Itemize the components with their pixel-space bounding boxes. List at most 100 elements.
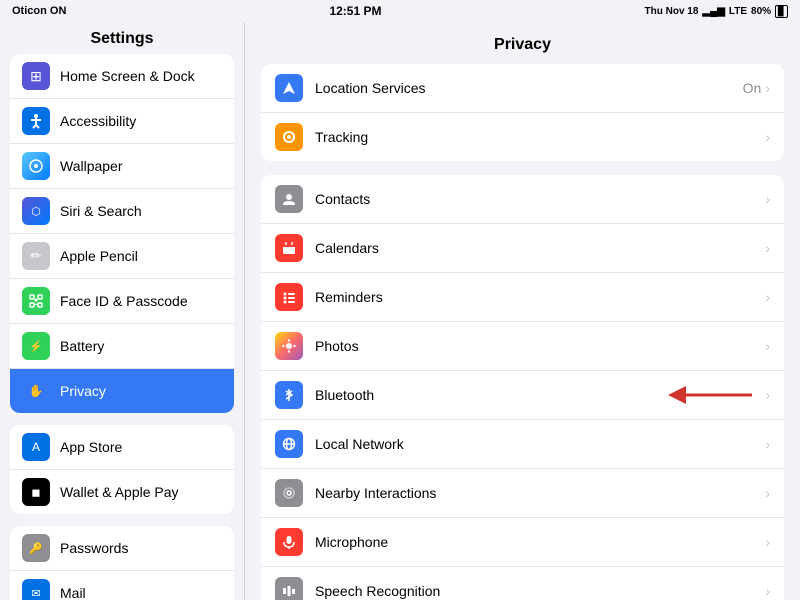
sidebar-item-accessibility[interactable]: Accessibility	[10, 99, 234, 144]
sidebar-group-1: ⊞ Home Screen & Dock Accessibility Wallp…	[10, 54, 234, 413]
sidebar-item-home-screen[interactable]: ⊞ Home Screen & Dock	[10, 54, 234, 99]
battery-label-sidebar: Battery	[60, 338, 104, 354]
battery-icon-sidebar: ⚡	[22, 332, 50, 360]
wallet-label: Wallet & Apple Pay	[60, 484, 179, 500]
settings-item-photos[interactable]: Photos ›	[261, 322, 784, 371]
settings-item-speech-recognition[interactable]: Speech Recognition ›	[261, 567, 784, 600]
mail-label: Mail	[60, 585, 86, 600]
mail-icon: ✉	[22, 579, 50, 600]
contacts-perm-icon	[275, 185, 303, 213]
speech-recognition-label: Speech Recognition	[315, 583, 765, 599]
tracking-chevron: ›	[765, 129, 770, 145]
settings-group-location: Location Services On › Tracking ›	[261, 64, 784, 161]
apple-pencil-label: Apple Pencil	[60, 248, 138, 264]
face-id-icon	[22, 287, 50, 315]
reminders-chevron: ›	[765, 289, 770, 305]
sidebar-item-app-store[interactable]: A App Store	[10, 425, 234, 470]
calendars-perm-label: Calendars	[315, 240, 765, 256]
settings-item-contacts[interactable]: Contacts ›	[261, 175, 784, 224]
sidebar-item-wallet[interactable]: ◼ Wallet & Apple Pay	[10, 470, 234, 514]
home-screen-icon: ⊞	[22, 62, 50, 90]
red-arrow-annotation	[667, 384, 757, 406]
settings-item-microphone[interactable]: Microphone ›	[261, 518, 784, 567]
bluetooth-chevron: ›	[765, 387, 770, 403]
app-store-label: App Store	[60, 439, 122, 455]
location-services-label: Location Services	[315, 80, 743, 96]
nearby-chevron: ›	[765, 485, 770, 501]
settings-item-calendars[interactable]: Calendars ›	[261, 224, 784, 273]
reminders-perm-icon	[275, 283, 303, 311]
battery-icon: ▊	[775, 5, 788, 18]
status-right: Thu Nov 18 ▂▄▆ LTE 80% ▊	[645, 5, 788, 18]
bluetooth-perm-label: Bluetooth	[315, 387, 667, 403]
sidebar-item-apple-pencil[interactable]: ✏ Apple Pencil	[10, 234, 234, 279]
status-time: 12:51 PM	[329, 4, 381, 18]
siri-label: Siri & Search	[60, 203, 142, 219]
microphone-perm-icon	[275, 528, 303, 556]
main-layout: Settings ⊞ Home Screen & Dock Accessibil…	[0, 22, 800, 600]
home-screen-label: Home Screen & Dock	[60, 68, 195, 84]
local-network-chevron: ›	[765, 436, 770, 452]
status-bar: Oticon ON 12:51 PM Thu Nov 18 ▂▄▆ LTE 80…	[0, 0, 800, 22]
settings-group-permissions: Contacts › Calendars › Reminders ›	[261, 175, 784, 600]
nearby-interactions-label: Nearby Interactions	[315, 485, 765, 501]
settings-item-bluetooth[interactable]: Bluetooth ›	[261, 371, 784, 420]
calendars-chevron: ›	[765, 240, 770, 256]
accessibility-label: Accessibility	[60, 113, 136, 129]
panel-title: Privacy	[261, 32, 784, 64]
speech-recognition-icon	[275, 577, 303, 600]
status-left: Oticon ON	[12, 5, 66, 17]
wallpaper-icon	[22, 152, 50, 180]
nearby-interactions-icon	[275, 479, 303, 507]
contacts-perm-label: Contacts	[315, 191, 765, 207]
date-label: Thu Nov 18	[645, 6, 699, 17]
speech-chevron: ›	[765, 583, 770, 599]
contacts-chevron: ›	[765, 191, 770, 207]
sidebar: Settings ⊞ Home Screen & Dock Accessibil…	[0, 22, 245, 600]
privacy-label: Privacy	[60, 383, 106, 399]
passwords-icon: 🔑	[22, 534, 50, 562]
lte-label: LTE	[729, 6, 747, 17]
sidebar-item-battery[interactable]: ⚡ Battery	[10, 324, 234, 369]
signal-bars: ▂▄▆	[702, 6, 724, 17]
tracking-label: Tracking	[315, 129, 765, 145]
photos-chevron: ›	[765, 338, 770, 354]
wallet-icon: ◼	[22, 478, 50, 506]
face-id-label: Face ID & Passcode	[60, 293, 188, 309]
sidebar-item-privacy[interactable]: ✋ Privacy	[10, 369, 234, 413]
sidebar-item-face-id[interactable]: Face ID & Passcode	[10, 279, 234, 324]
location-services-chevron: ›	[765, 80, 770, 96]
settings-item-location-services[interactable]: Location Services On ›	[261, 64, 784, 113]
local-network-label: Local Network	[315, 436, 765, 452]
battery-label: 80%	[751, 6, 771, 17]
passwords-label: Passwords	[60, 540, 128, 556]
reminders-perm-label: Reminders	[315, 289, 765, 305]
location-services-icon	[275, 74, 303, 102]
accessibility-icon	[22, 107, 50, 135]
bluetooth-perm-icon	[275, 381, 303, 409]
microphone-perm-label: Microphone	[315, 534, 765, 550]
settings-item-reminders[interactable]: Reminders ›	[261, 273, 784, 322]
location-services-value: On	[743, 80, 762, 96]
sidebar-item-passwords[interactable]: 🔑 Passwords	[10, 526, 234, 571]
photos-perm-icon	[275, 332, 303, 360]
tracking-icon	[275, 123, 303, 151]
sidebar-item-wallpaper[interactable]: Wallpaper	[10, 144, 234, 189]
sidebar-group-2: A App Store ◼ Wallet & Apple Pay	[10, 425, 234, 514]
siri-icon: ⬡	[22, 197, 50, 225]
carrier-label: Oticon ON	[12, 5, 66, 17]
right-panel: Privacy Location Services On › Tracking …	[245, 22, 800, 600]
settings-item-nearby-interactions[interactable]: Nearby Interactions ›	[261, 469, 784, 518]
calendars-perm-icon	[275, 234, 303, 262]
photos-perm-label: Photos	[315, 338, 765, 354]
settings-item-local-network[interactable]: Local Network ›	[261, 420, 784, 469]
sidebar-item-siri[interactable]: ⬡ Siri & Search	[10, 189, 234, 234]
apple-pencil-icon: ✏	[22, 242, 50, 270]
sidebar-title: Settings	[0, 22, 244, 54]
sidebar-item-mail[interactable]: ✉ Mail	[10, 571, 234, 600]
wallpaper-label: Wallpaper	[60, 158, 123, 174]
privacy-icon: ✋	[22, 377, 50, 405]
app-store-icon: A	[22, 433, 50, 461]
microphone-chevron: ›	[765, 534, 770, 550]
settings-item-tracking[interactable]: Tracking ›	[261, 113, 784, 161]
